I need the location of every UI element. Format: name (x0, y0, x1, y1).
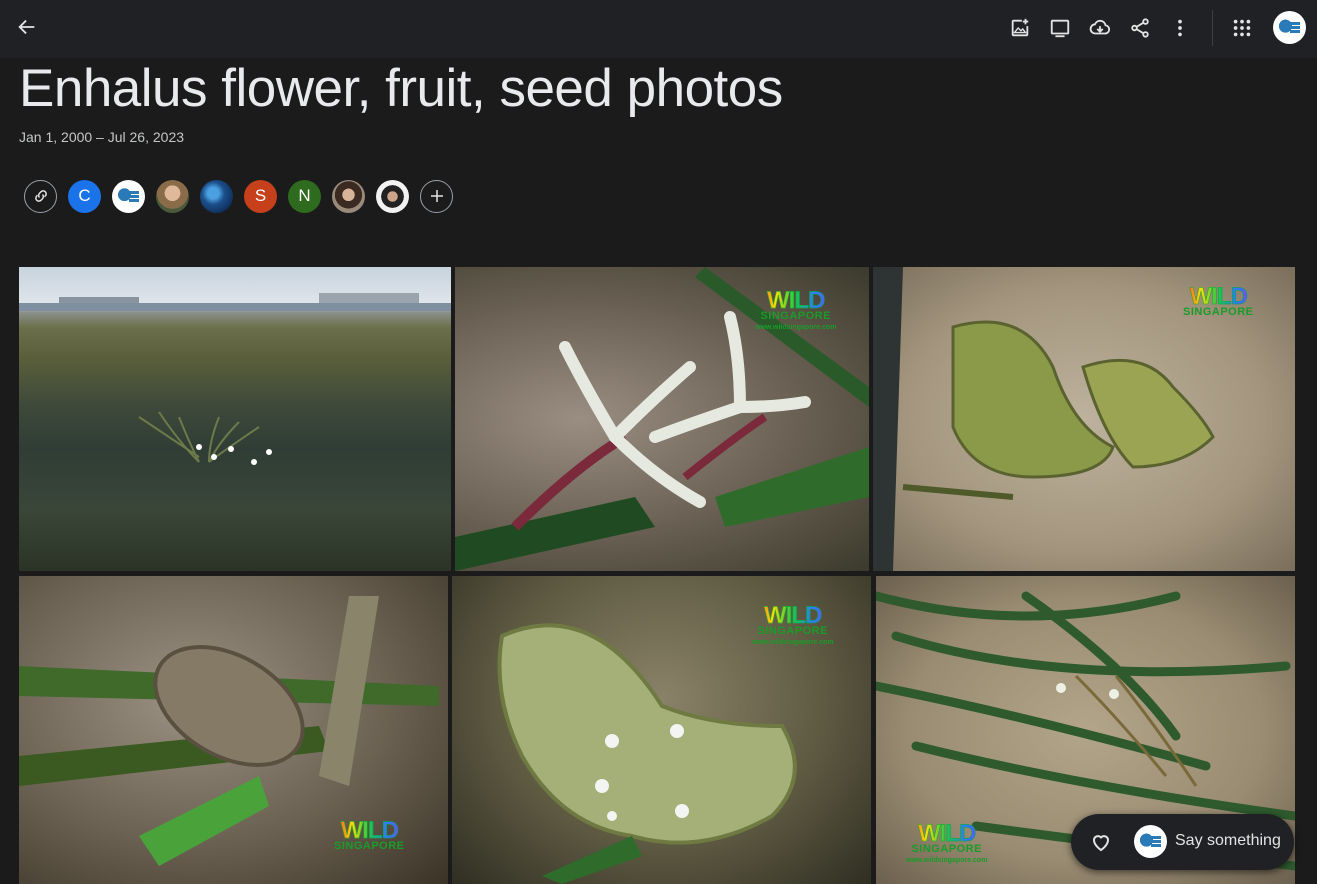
watermark-logo: WILD (906, 821, 987, 846)
comment-bar: Say something (1071, 814, 1294, 870)
slideshow-icon (1050, 19, 1070, 38)
guam-logo-icon (1276, 14, 1303, 41)
wildsingapore-watermark: WILD SINGAPORE (334, 818, 405, 852)
add-photo-icon (1011, 18, 1029, 37)
wildsingapore-watermark: WILD SINGAPORE (1183, 284, 1254, 318)
watermark-url: www.wildsingapore.com (755, 324, 837, 331)
like-button[interactable] (1089, 830, 1113, 854)
photo-enhalus-flower[interactable]: WILD SINGAPORE www.wildsingapore.com (455, 267, 869, 571)
watermark-text: SINGAPORE (1183, 306, 1254, 318)
watermark-logo: WILD (752, 603, 833, 628)
watermark-url: www.wildsingapore.com (752, 639, 834, 646)
avatar-initial: N (298, 186, 311, 205)
watermark-logo: WILD (334, 818, 405, 843)
album-date-range[interactable]: Jan 1, 2000 – Jul 26, 2023 (19, 129, 184, 145)
download-button[interactable] (1082, 10, 1118, 46)
top-app-bar (0, 0, 1317, 58)
guam-logo-icon (115, 182, 142, 210)
watermark-text: SINGAPORE (760, 310, 831, 322)
cloud-download-icon (1089, 19, 1111, 35)
add-photos-button[interactable] (1002, 10, 1038, 46)
photo-enhalus-fruit-hairy[interactable]: WILD SINGAPORE (19, 576, 448, 884)
account-avatar[interactable] (1273, 11, 1306, 44)
contributor-avatar-guam[interactable] (112, 179, 145, 213)
contributors-row: C S N (24, 179, 464, 213)
contributor-avatar-photo-1[interactable] (156, 179, 189, 213)
arrow-left-icon (18, 19, 35, 35)
commenter-avatar (1134, 825, 1167, 858)
share-icon (1131, 18, 1149, 38)
share-button[interactable] (1122, 10, 1158, 46)
contributor-avatar-n[interactable]: N (288, 179, 321, 213)
add-contributor-button[interactable] (420, 179, 453, 213)
toolbar-divider (1212, 10, 1213, 46)
google-apps-button[interactable] (1224, 10, 1260, 46)
back-button[interactable] (9, 9, 45, 45)
photo-enhalus-fruit-seeds[interactable]: WILD SINGAPORE www.wildsingapore.com (452, 576, 871, 884)
copy-link-button[interactable] (24, 179, 57, 213)
watermark-text: SINGAPORE (911, 843, 982, 855)
watermark-logo: WILD (755, 288, 836, 313)
watermark-url: www.wildsingapore.com (906, 857, 988, 864)
contributor-avatar-photo-4[interactable] (376, 179, 409, 213)
photo-enhalus-fruit-open[interactable]: WILD SINGAPORE (873, 267, 1295, 571)
slideshow-button[interactable] (1042, 10, 1078, 46)
heart-outline-icon (1092, 835, 1110, 852)
apps-grid-icon (1233, 19, 1251, 37)
seagrass-landscape-image (19, 293, 451, 465)
watermark-text: SINGAPORE (334, 840, 405, 852)
contributor-avatar-s[interactable]: S (244, 179, 277, 213)
wildsingapore-watermark: WILD SINGAPORE www.wildsingapore.com (755, 288, 837, 333)
wildsingapore-watermark: WILD SINGAPORE www.wildsingapore.com (906, 821, 988, 866)
avatar-initial: C (78, 186, 91, 205)
more-vert-icon (1178, 19, 1182, 37)
photo-seagrass-meadow[interactable] (19, 267, 451, 571)
link-icon (34, 190, 47, 202)
comment-input[interactable]: Say something (1175, 832, 1281, 850)
contributor-avatar-photo-2[interactable] (200, 179, 233, 213)
avatar-initial: S (254, 186, 267, 205)
contributor-avatar-photo-3[interactable] (332, 179, 365, 213)
contributor-avatar-c[interactable]: C (68, 179, 101, 213)
album-title[interactable]: Enhalus flower, fruit, seed photos (19, 58, 783, 120)
guam-logo-icon (1137, 828, 1164, 855)
plus-icon (430, 190, 443, 202)
watermark-logo: WILD (1183, 284, 1254, 309)
watermark-text: SINGAPORE (757, 625, 828, 637)
wildsingapore-watermark: WILD SINGAPORE www.wildsingapore.com (752, 603, 834, 648)
more-options-button[interactable] (1162, 10, 1198, 46)
